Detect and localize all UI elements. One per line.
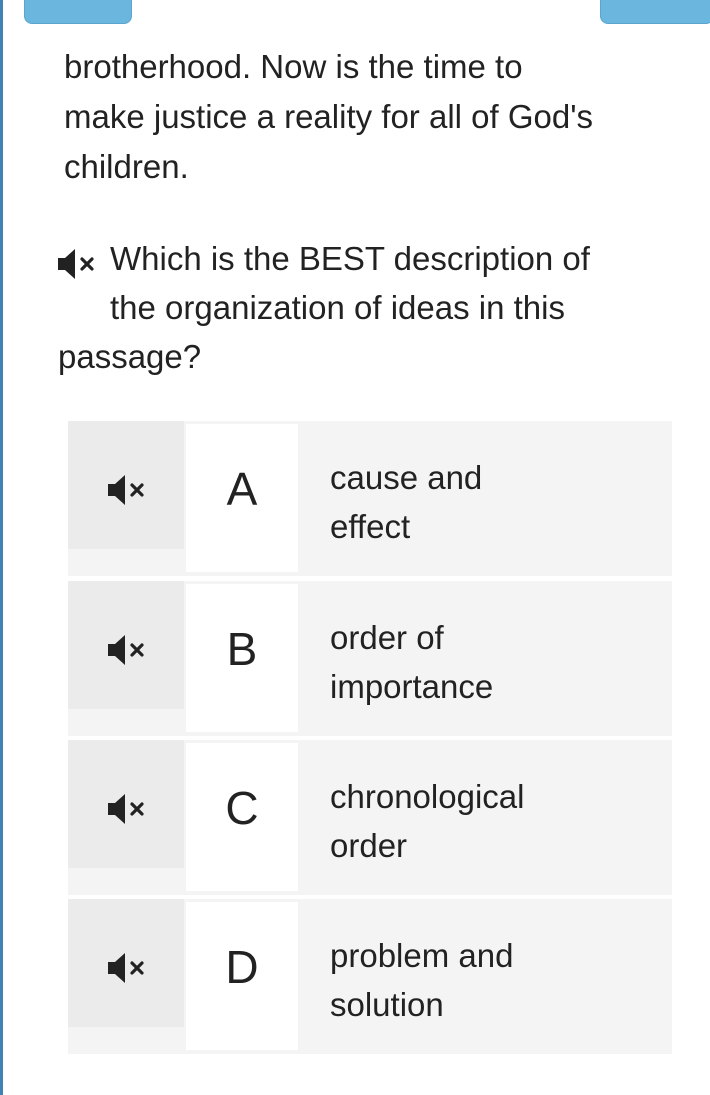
choice-letter: D bbox=[225, 941, 259, 993]
answer-choice-c[interactable]: C chronological order bbox=[68, 740, 672, 895]
choice-text: cause and effect bbox=[330, 453, 660, 551]
choice-audio-cell[interactable] bbox=[68, 581, 184, 709]
choice-audio-cell[interactable] bbox=[68, 421, 184, 549]
choice-letter: C bbox=[225, 782, 259, 834]
speaker-muted-icon[interactable] bbox=[106, 792, 150, 826]
question-text: Which is the BEST description of the org… bbox=[58, 234, 698, 381]
choice-text-line: problem and bbox=[330, 937, 514, 974]
choice-text-line: order of bbox=[330, 619, 444, 656]
choice-text-line: order bbox=[330, 827, 408, 864]
question-line: the organization of ideas in this bbox=[110, 289, 565, 326]
choice-letter-cell: D bbox=[186, 902, 298, 1050]
choice-letter-cell: A bbox=[186, 424, 298, 572]
top-left-button[interactable] bbox=[24, 0, 132, 24]
choice-text: problem and solution bbox=[330, 931, 660, 1029]
left-edge-border bbox=[0, 0, 3, 1095]
choice-letter: A bbox=[226, 463, 258, 515]
choice-audio-cell[interactable] bbox=[68, 740, 184, 868]
choice-text-line: solution bbox=[330, 986, 444, 1023]
top-right-button[interactable] bbox=[600, 0, 710, 24]
choice-audio-cell[interactable] bbox=[68, 899, 184, 1027]
choice-letter-cell: C bbox=[186, 743, 298, 891]
speaker-muted-icon[interactable] bbox=[106, 633, 150, 667]
passage-line: brotherhood. Now is the time to bbox=[64, 48, 523, 85]
choice-letter-cell: B bbox=[186, 584, 298, 732]
question-line: passage? bbox=[58, 338, 202, 375]
answer-choice-d[interactable]: D problem and solution bbox=[68, 899, 672, 1054]
answer-choice-b[interactable]: B order of importance bbox=[68, 581, 672, 736]
passage-line: make justice a reality for all of God's bbox=[64, 98, 594, 135]
answer-choice-a[interactable]: A cause and effect bbox=[68, 421, 672, 576]
choice-text-line: chronological bbox=[330, 778, 525, 815]
speaker-muted-icon[interactable] bbox=[106, 473, 150, 507]
speaker-muted-icon[interactable] bbox=[106, 951, 150, 985]
choice-text: chronological order bbox=[330, 772, 660, 870]
choice-text-line: importance bbox=[330, 668, 494, 705]
passage-line: children. bbox=[64, 148, 189, 185]
choice-text-line: cause and bbox=[330, 459, 483, 496]
choice-text: order of importance bbox=[330, 613, 660, 711]
choice-text-line: effect bbox=[330, 508, 411, 545]
choice-letter: B bbox=[226, 623, 258, 675]
passage-text: brotherhood. Now is the time to make jus… bbox=[64, 42, 684, 192]
question-line: Which is the BEST description of bbox=[110, 240, 590, 277]
